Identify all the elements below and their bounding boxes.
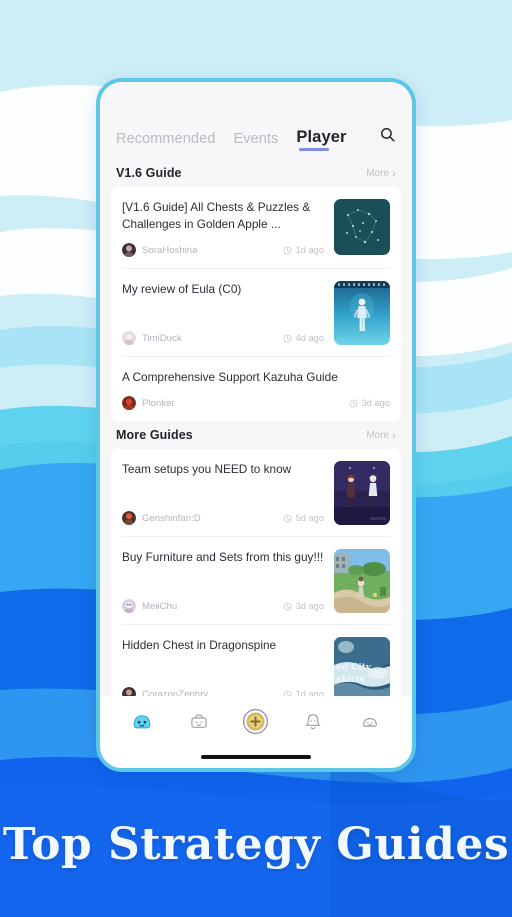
more-link-more-guides[interactable]: More › (366, 429, 396, 441)
list-item[interactable]: [V1.6 Guide] All Chests & Puzzles & Chal… (122, 187, 390, 270)
search-button[interactable] (379, 126, 396, 151)
clock-icon (283, 514, 292, 523)
bottom-navigation-bar (100, 696, 412, 746)
chevron-right-icon: › (392, 428, 396, 443)
avatar (122, 396, 136, 411)
nav-add-button[interactable] (241, 706, 271, 736)
item-meta: MeiiChu 3d ago (122, 589, 324, 614)
avatar (122, 331, 136, 346)
item-time: 4d ago (275, 333, 324, 343)
time-label: 3d ago (361, 398, 390, 409)
app-screen: Recommended Events Player V1.6 Guide Mor… (100, 82, 412, 768)
item-time: 5d ago (275, 513, 324, 523)
item-meta: Genshinfan:D 5d ago (122, 501, 324, 526)
tab-events[interactable]: Events (233, 131, 278, 151)
more-link-v16-guide[interactable]: More › (366, 167, 396, 179)
search-icon (381, 128, 395, 142)
item-author: CorazonZephry (142, 688, 209, 696)
item-author: MeiiChu (142, 600, 178, 612)
item-thumbnail[interactable] (334, 199, 390, 255)
content-scroll[interactable]: V1.6 Guide More › [V1.6 Guide] All Chest… (100, 159, 412, 696)
teal-starmap-thumbnail (334, 199, 390, 255)
guide-card-v16: [V1.6 Guide] All Chests & Puzzles & Chal… (111, 187, 401, 422)
item-thumbnail[interactable]: ed City skirts (334, 637, 390, 696)
toolbox-icon (191, 714, 207, 728)
list-item[interactable]: A Comprehensive Support Kazuha Guide Plo… (122, 357, 390, 421)
chevron-right-icon: › (392, 166, 396, 180)
clock-icon (283, 334, 292, 343)
item-title: A Comprehensive Support Kazuha Guide (122, 370, 338, 385)
item-thumbnail[interactable] (334, 281, 390, 346)
time-label: 3d ago (295, 601, 324, 612)
item-title: Buy Furniture and Sets from this guy!!! (122, 550, 324, 565)
item-meta: SoraHoshina 1d ago (122, 233, 324, 258)
item-author: Genshinfan:D (142, 512, 201, 524)
time-label: 1d ago (295, 245, 324, 256)
bell-notification-icon (305, 714, 321, 730)
promo-banner: Top Strategy Guides (0, 772, 512, 917)
avatar (122, 243, 136, 258)
clock-icon (283, 246, 292, 255)
nav-notifications-button[interactable] (298, 706, 328, 736)
list-item[interactable]: Team setups you NEED to know Genshinfan:… (122, 449, 390, 538)
blue-character-thumbnail (334, 281, 390, 346)
add-plus-icon (243, 708, 269, 734)
top-tab-bar: Recommended Events Player (100, 82, 412, 159)
profile-ghost-icon (362, 718, 377, 727)
item-thumbnail[interactable] (334, 461, 390, 526)
home-slime-icon (134, 715, 151, 729)
item-time: 3d ago (275, 601, 324, 611)
guide-card-more: Team setups you NEED to know Genshinfan:… (111, 449, 401, 696)
item-meta: Plonker 3d ago (122, 386, 390, 411)
item-time: 3d ago (341, 398, 390, 408)
item-meta: TimiDuck 4d ago (122, 321, 324, 346)
item-time: 1d ago (275, 245, 324, 255)
more-label: More (366, 167, 389, 179)
banner-headline: Top Strategy Guides (2, 819, 510, 870)
item-title: Team setups you NEED to know (122, 462, 292, 477)
section-header-more-guides: More Guides More › (111, 421, 401, 449)
item-author: Plonker (142, 397, 175, 409)
section-title: More Guides (116, 428, 193, 443)
time-label: 1d ago (295, 689, 324, 696)
clock-icon (283, 602, 292, 611)
item-meta: CorazonZephry 1d ago (122, 677, 324, 696)
list-item[interactable]: Buy Furniture and Sets from this guy!!! … (122, 537, 390, 626)
item-title: Hidden Chest in Dragonspine (122, 638, 277, 653)
clock-icon (349, 399, 358, 408)
avatar (122, 599, 136, 614)
phone-mockup: Recommended Events Player V1.6 Guide Mor… (96, 78, 416, 772)
two-characters-night-thumbnail (334, 461, 390, 526)
list-item[interactable]: My review of Eula (C0) TimiDuck 4d ago (122, 269, 390, 358)
home-indicator[interactable] (201, 755, 311, 759)
tab-recommended[interactable]: Recommended (116, 131, 215, 151)
home-indicator-area (100, 746, 412, 768)
item-time: 1d ago (275, 689, 324, 696)
snowy-map-thumbnail: ed City skirts (334, 637, 390, 696)
avatar (122, 511, 136, 526)
item-author: SoraHoshina (142, 244, 198, 256)
section-header-v16-guide: V1.6 Guide More › (111, 159, 401, 187)
avatar (122, 687, 136, 696)
nav-profile-button[interactable] (355, 706, 385, 736)
section-title: V1.6 Guide (116, 166, 182, 180)
item-title: [V1.6 Guide] All Chests & Puzzles & Chal… (122, 200, 311, 232)
time-label: 5d ago (295, 513, 324, 524)
item-title: My review of Eula (C0) (122, 282, 242, 297)
tab-player[interactable]: Player (296, 128, 346, 151)
item-thumbnail[interactable] (334, 549, 390, 614)
svg-text:skirts: skirts (336, 675, 365, 685)
time-label: 4d ago (295, 333, 324, 344)
list-item[interactable]: Hidden Chest in Dragonspine CorazonZephr… (122, 625, 390, 696)
item-author: TimiDuck (142, 332, 182, 344)
green-outdoor-scene-thumbnail (334, 549, 390, 614)
nav-toolbox-button[interactable] (184, 706, 214, 736)
svg-text:ed City: ed City (336, 663, 372, 673)
nav-home-button[interactable] (127, 706, 157, 736)
more-label: More (366, 429, 389, 441)
